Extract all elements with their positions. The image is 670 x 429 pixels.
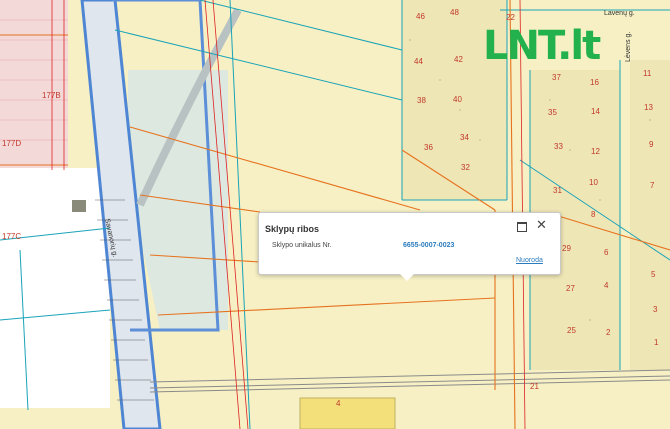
plot-number: 36 xyxy=(424,143,433,152)
popup-pointer xyxy=(400,274,414,281)
plot-number: 4 xyxy=(336,399,341,408)
plot-number: 11 xyxy=(643,69,652,78)
parcel-id-label: Sklypo unikalus Nr. xyxy=(272,242,332,249)
plot-number: 6 xyxy=(604,248,609,257)
plot-number: 35 xyxy=(548,108,557,117)
plot-number: 33 xyxy=(554,142,563,151)
plot-number: 177В xyxy=(42,91,61,100)
reference-link[interactable]: Nuoroda xyxy=(516,257,543,264)
plot-number: 29 xyxy=(562,244,571,253)
plot-number: 21 xyxy=(530,382,539,391)
building xyxy=(72,200,86,212)
parcel-popup: Sklypų ribos ✕ Sklypo unikalus Nr. 6655-… xyxy=(258,212,561,281)
plot-number: 22 xyxy=(506,13,515,22)
maximize-icon[interactable] xyxy=(517,222,527,232)
plot-number: 177D xyxy=(2,139,22,148)
plot-number: 34 xyxy=(460,133,469,142)
plot-number: 2 xyxy=(606,328,611,337)
plot-number: 7 xyxy=(650,181,655,190)
parcel-id-value[interactable]: 6655-0007-0023 xyxy=(403,242,454,249)
plot-number: 4 xyxy=(604,281,609,290)
plot-number: 10 xyxy=(589,178,598,187)
plot-number: 44 xyxy=(414,57,423,66)
plot-number: 40 xyxy=(453,95,462,104)
popup-title: Sklypų ribos xyxy=(265,224,320,234)
plot-number: 27 xyxy=(566,284,575,293)
plot-number: 177C xyxy=(2,232,22,241)
plot-number: 48 xyxy=(450,8,459,17)
plot-number: 37 xyxy=(552,73,561,82)
plot-number: 14 xyxy=(591,107,600,116)
plot-number: 8 xyxy=(591,210,596,219)
plot-number: 5 xyxy=(651,270,656,279)
plot-number: 46 xyxy=(416,12,425,21)
street-label-lavenu: Lavenų g. xyxy=(604,10,635,17)
plot-number: 3 xyxy=(653,305,658,314)
plot-number: 16 xyxy=(590,78,599,87)
plot-number: 32 xyxy=(461,163,470,172)
plot-number: 9 xyxy=(649,140,654,149)
plot-number: 42 xyxy=(454,55,463,64)
close-icon[interactable]: ✕ xyxy=(536,218,547,231)
white-zone xyxy=(0,168,110,408)
lower-plot xyxy=(299,397,396,429)
plot-number: 31 xyxy=(553,186,562,195)
street-label-levens: Lėvens g. xyxy=(625,31,632,62)
plot-number: 38 xyxy=(417,96,426,105)
plot-number: 13 xyxy=(644,103,653,112)
plot-number: 1 xyxy=(654,338,659,347)
plot-number: 25 xyxy=(567,326,576,335)
plot-number: 12 xyxy=(591,147,600,156)
lnt-logo: LNT.lt xyxy=(483,23,601,69)
